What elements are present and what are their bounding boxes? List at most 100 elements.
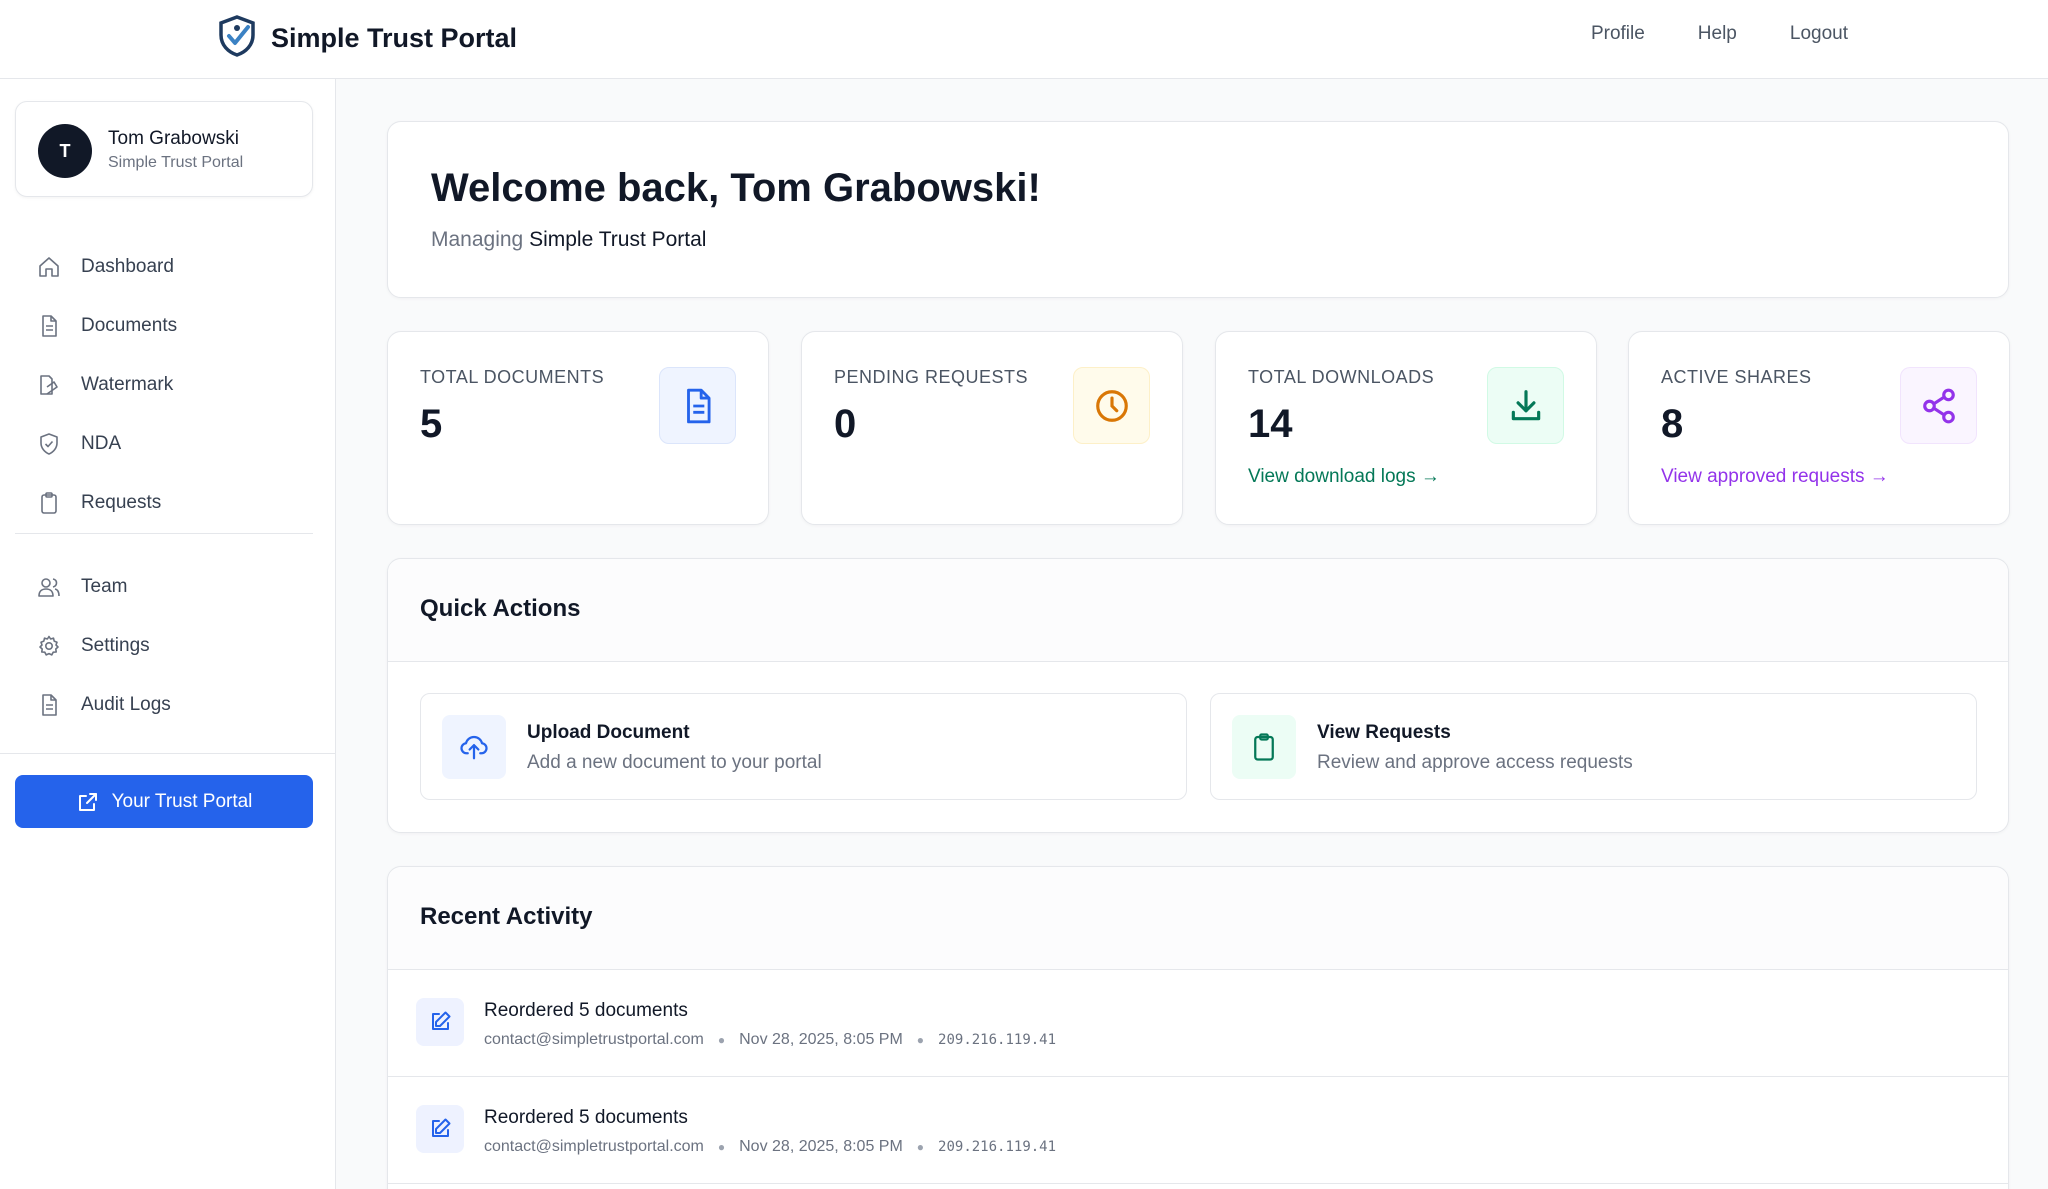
action-icon-wrap (1232, 715, 1296, 779)
action-icon-wrap (442, 715, 506, 779)
stat-value: 8 (1661, 402, 1684, 446)
watermark-icon (40, 374, 58, 395)
document-icon (42, 314, 57, 337)
portal-button-label: Your Trust Portal (111, 790, 253, 812)
top-bar: Simple Trust Portal Profile Help Logout (0, 0, 2048, 79)
external-link-icon (78, 792, 97, 811)
your-trust-portal-button[interactable]: Your Trust Portal (15, 775, 313, 828)
shield-logo-icon (215, 14, 259, 63)
sidebar-item-settings[interactable]: Settings (15, 616, 313, 675)
upload-document-action[interactable]: Upload Document Add a new document to yo… (420, 693, 1187, 800)
share-icon (1922, 388, 1955, 423)
stat-label: PENDING REQUESTS (834, 367, 1029, 387)
home-icon (39, 256, 59, 277)
sidebar-item-label: Settings (81, 634, 150, 656)
activity-row[interactable]: Reordered 5 documents contact@simpletrus… (388, 1077, 2008, 1184)
avatar: T (38, 124, 92, 178)
stat-card-total-documents: TOTAL DOCUMENTS 5 (387, 331, 769, 525)
sidebar-item-label: Dashboard (81, 255, 174, 277)
stat-label: TOTAL DOCUMENTS (420, 367, 605, 387)
sidebar-item-documents[interactable]: Documents (15, 296, 313, 355)
stat-icon-wrap (1073, 367, 1150, 444)
action-title: View Requests (1317, 722, 1451, 743)
help-link[interactable]: Help (1698, 23, 1737, 45)
section-header (388, 867, 2008, 970)
sidebar-item-requests[interactable]: Requests (15, 473, 313, 532)
stat-value: 14 (1248, 402, 1293, 446)
welcome-title: Welcome back, Tom Grabowski! (431, 166, 1041, 210)
stat-value: 0 (834, 402, 857, 446)
brand-name: Simple Trust Portal (271, 23, 518, 53)
stat-value: 5 (420, 402, 443, 446)
quick-actions-title: Quick Actions (420, 595, 581, 622)
separator-dot: ● (916, 1140, 925, 1154)
row-icon-wrap (416, 1105, 464, 1153)
action-desc: Add a new document to your portal (527, 752, 822, 773)
nav-divider (15, 533, 313, 534)
sidebar-item-label: Documents (81, 314, 178, 336)
document-icon (42, 693, 57, 716)
upload-cloud-icon (460, 735, 488, 760)
profile-link[interactable]: Profile (1591, 23, 1645, 45)
stat-card-total-downloads: TOTAL DOWNLOADS 14 View download logs → (1215, 331, 1597, 525)
sidebar-item-nda[interactable]: NDA (15, 414, 313, 473)
activity-meta: contact@simpletrustportal.com ● Nov 28, … (484, 1031, 1056, 1049)
sidebar-item-label: NDA (81, 432, 122, 454)
view-approved-requests-link[interactable]: View approved requests → (1661, 466, 1889, 488)
edit-icon (432, 1011, 451, 1030)
stat-icon-wrap (659, 367, 736, 444)
edit-icon (432, 1118, 451, 1137)
action-title: Upload Document (527, 722, 690, 743)
user-card: T Tom Grabowski Simple Trust Portal (15, 101, 313, 197)
document-icon (686, 388, 711, 423)
shield-icon (40, 432, 58, 455)
managing-org: Simple Trust Portal (529, 228, 707, 251)
sidebar-item-label: Requests (81, 491, 162, 513)
recent-activity-title: Recent Activity (420, 903, 593, 930)
brand[interactable]: Simple Trust Portal (215, 14, 517, 63)
clipboard-icon (41, 491, 57, 514)
sidebar-item-audit-logs[interactable]: Audit Logs (15, 675, 313, 734)
managing-prefix: Managing (431, 228, 524, 251)
sidebar-item-team[interactable]: Team (15, 557, 313, 616)
activity-time: Nov 28, 2025, 8:05 PM (739, 1138, 903, 1155)
welcome-card: Welcome back, Tom Grabowski! Managing Si… (387, 121, 2009, 298)
sidebar-item-watermark[interactable]: Watermark (15, 355, 313, 414)
section-header (388, 559, 2008, 662)
stat-card-active-shares: ACTIVE SHARES 8 View approved requests → (1628, 331, 2010, 525)
activity-email: contact@simpletrustportal.com (484, 1031, 704, 1048)
gear-icon (39, 635, 59, 656)
top-nav: Profile Help Logout (1591, 23, 1848, 45)
activity-title: Reordered 5 documents (484, 1000, 688, 1021)
sidebar: T Tom Grabowski Simple Trust Portal Dash… (0, 79, 336, 1189)
clipboard-icon (1254, 733, 1274, 761)
quick-actions-card: Quick Actions Upload Document Add a new … (387, 558, 2009, 833)
user-name: Tom Grabowski (108, 128, 239, 149)
nav-divider (0, 753, 336, 754)
user-org: Simple Trust Portal (108, 154, 244, 171)
activity-email: contact@simpletrustportal.com (484, 1138, 704, 1155)
sidebar-item-label: Watermark (81, 373, 174, 395)
stat-label: ACTIVE SHARES (1661, 367, 1812, 387)
stat-icon-wrap (1487, 367, 1564, 444)
sidebar-item-dashboard[interactable]: Dashboard (15, 237, 313, 296)
row-icon-wrap (416, 998, 464, 1046)
logout-link[interactable]: Logout (1790, 23, 1848, 45)
activity-row[interactable]: Reordered 5 documents contact@simpletrus… (388, 970, 2008, 1077)
view-requests-action[interactable]: View Requests Review and approve access … (1210, 693, 1977, 800)
separator-dot: ● (717, 1140, 726, 1154)
managing-line: Managing Simple Trust Portal (431, 228, 706, 252)
activity-meta: contact@simpletrustportal.com ● Nov 28, … (484, 1138, 1056, 1156)
activity-ip: 209.216.119.41 (938, 1139, 1057, 1155)
recent-activity-card: Recent Activity Reordered 5 documents co… (387, 866, 2009, 1189)
sidebar-item-label: Team (81, 575, 128, 597)
view-download-logs-link[interactable]: View download logs → (1248, 466, 1440, 488)
stat-card-pending-requests: PENDING REQUESTS 0 (801, 331, 1183, 525)
primary-nav: Dashboard Documents Watermark NDA Reques… (15, 237, 313, 532)
activity-time: Nov 28, 2025, 8:05 PM (739, 1031, 903, 1048)
stat-icon-wrap (1900, 367, 1977, 444)
secondary-nav: Team Settings Audit Logs (15, 557, 313, 734)
activity-ip: 209.216.119.41 (938, 1032, 1057, 1048)
download-icon (1511, 389, 1540, 420)
stat-label: TOTAL DOWNLOADS (1248, 367, 1435, 387)
